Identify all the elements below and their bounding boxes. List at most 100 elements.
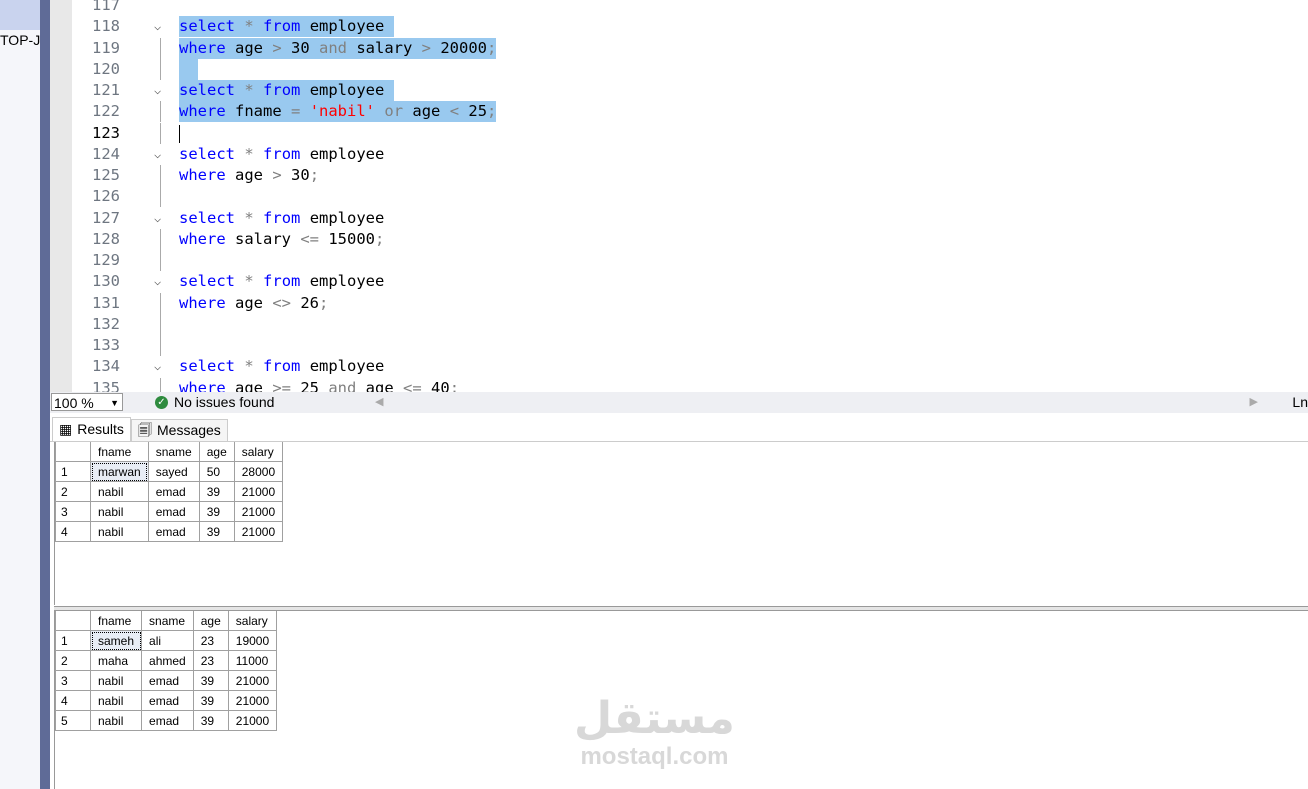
fold-chevron-icon[interactable]: ⌵ (154, 271, 161, 292)
table-cell[interactable]: 39 (192, 670, 229, 691)
table-cell[interactable]: nabil (89, 670, 143, 691)
table-cell[interactable]: nabil (89, 690, 143, 711)
table-cell[interactable]: 50 (198, 461, 235, 482)
column-header[interactable]: age (192, 611, 229, 631)
corner-cell[interactable] (55, 611, 91, 631)
table-cell[interactable]: 23 (192, 650, 229, 671)
code-line[interactable]: 123 (72, 122, 1308, 144)
result-grid-2[interactable]: fname sname age salary 1 sameh ali 23 19000 2 maha… (55, 611, 278, 731)
table-cell[interactable]: 21000 (233, 481, 284, 502)
table-cell[interactable]: marwan (90, 461, 149, 482)
fold-chevron-icon[interactable]: ⌵ (154, 80, 161, 101)
code-line[interactable]: 127 ⌵ select * from employee (72, 208, 1308, 229)
table-cell[interactable]: nabil (90, 501, 149, 522)
code-line[interactable]: 129 (72, 250, 1308, 271)
fold-chevron-icon[interactable]: ⌵ (154, 144, 161, 165)
code-line[interactable]: 120 (72, 58, 1308, 80)
table-cell[interactable]: nabil (89, 710, 143, 731)
code-line[interactable]: 121 ⌵ select * from employee (72, 80, 1308, 101)
table-row[interactable]: 3 nabil emad 39 21000 (55, 670, 278, 691)
column-header[interactable]: salary (233, 442, 284, 462)
table-cell[interactable]: 23 (192, 630, 229, 651)
table-cell[interactable]: 21000 (233, 521, 284, 542)
table-cell[interactable]: maha (89, 650, 143, 671)
table-cell[interactable]: 28000 (233, 461, 284, 482)
code-line[interactable]: 122 where fname = 'nabil' or age < 25; (72, 101, 1308, 123)
table-row[interactable]: 1 sameh ali 23 19000 (55, 630, 278, 651)
table-cell[interactable]: emad (147, 481, 200, 502)
table-cell[interactable]: sayed (147, 461, 200, 482)
row-number[interactable]: 1 (55, 630, 91, 651)
column-header[interactable]: fname (90, 442, 149, 462)
code-line[interactable]: 125 where age > 30; (72, 165, 1308, 186)
table-cell[interactable]: ahmed (141, 650, 194, 671)
result-grid-1[interactable]: fname sname age salary 1 marwan sayed 50 28000 2 n… (55, 442, 284, 542)
code-line[interactable]: 126 (72, 186, 1308, 208)
tab-results[interactable]: ▦ Results (52, 417, 131, 441)
code-line[interactable]: 119 where age > 30 and salary > 20000; (72, 37, 1308, 59)
table-cell[interactable]: nabil (90, 521, 149, 542)
table-cell[interactable]: 39 (198, 501, 235, 522)
issues-indicator[interactable]: ✓ No issues found (155, 394, 274, 410)
table-row[interactable]: 2 nabil emad 39 21000 (55, 481, 284, 502)
pane-splitter[interactable] (40, 0, 50, 789)
table-cell[interactable]: 21000 (227, 710, 278, 731)
scroll-left-icon[interactable]: ◀ (375, 395, 383, 408)
table-cell[interactable]: 21000 (227, 670, 278, 691)
code-line[interactable]: 128 where salary <= 15000; (72, 228, 1308, 250)
server-node[interactable]: TOP-JN (0, 32, 40, 48)
table-row[interactable]: 5 nabil emad 39 21000 (55, 710, 278, 731)
row-number[interactable]: 1 (55, 461, 91, 482)
table-cell[interactable]: 39 (192, 690, 229, 711)
table-cell[interactable]: nabil (90, 481, 149, 502)
table-cell[interactable]: ali (141, 630, 194, 651)
code-line[interactable]: 132 (72, 313, 1308, 335)
code-line[interactable]: 134 ⌵ select * from employee (72, 356, 1308, 377)
code-line[interactable]: 133 (72, 335, 1308, 356)
row-number[interactable]: 2 (55, 481, 91, 502)
column-header[interactable]: sname (147, 442, 200, 462)
code-line[interactable]: 118 ⌵ select * from employee (72, 16, 1308, 38)
table-row[interactable]: 1 marwan sayed 50 28000 (55, 461, 284, 482)
fold-chevron-icon[interactable]: ⌵ (154, 356, 161, 377)
table-cell[interactable]: 21000 (227, 690, 278, 711)
tab-messages[interactable]: 🗐 Messages (131, 419, 228, 441)
query-editor[interactable]: 117 118 ⌵ select * from employee 119 where a… (72, 0, 1308, 392)
table-row[interactable]: 2 maha ahmed 23 11000 (55, 650, 278, 671)
column-header[interactable]: fname (89, 611, 143, 631)
table-cell[interactable]: 19000 (227, 630, 278, 651)
row-number[interactable]: 2 (55, 650, 91, 671)
table-cell[interactable]: 39 (198, 481, 235, 502)
code-line[interactable]: 130 ⌵ select * from employee (72, 271, 1308, 292)
code-line[interactable]: 124 ⌵ select * from employee (72, 144, 1308, 165)
table-row[interactable]: 4 nabil emad 39 21000 (55, 521, 284, 542)
table-cell[interactable]: sameh (89, 630, 143, 651)
fold-chevron-icon[interactable]: ⌵ (154, 208, 161, 229)
row-number[interactable]: 5 (55, 710, 91, 731)
table-cell[interactable]: emad (141, 690, 194, 711)
table-cell[interactable]: 39 (198, 521, 235, 542)
fold-chevron-icon[interactable]: ⌵ (154, 16, 161, 37)
table-cell[interactable]: emad (141, 710, 194, 731)
table-cell[interactable]: 11000 (227, 650, 278, 671)
code-line[interactable]: 131 where age <> 26; (72, 292, 1308, 314)
code-line[interactable]: 117 (72, 0, 1308, 16)
row-number[interactable]: 4 (55, 521, 91, 542)
row-number[interactable]: 3 (55, 501, 91, 522)
row-number[interactable]: 4 (55, 690, 91, 711)
table-row[interactable]: 4 nabil emad 39 21000 (55, 690, 278, 711)
table-row[interactable]: 3 nabil emad 39 21000 (55, 501, 284, 522)
scroll-right-icon[interactable]: ▶ (1250, 395, 1258, 408)
table-cell[interactable]: 39 (192, 710, 229, 731)
table-cell[interactable]: 21000 (233, 501, 284, 522)
row-number[interactable]: 3 (55, 670, 91, 691)
column-header[interactable]: sname (141, 611, 194, 631)
table-cell[interactable]: emad (147, 521, 200, 542)
code-line[interactable]: 135 where age >= 25 and age <= 40; (72, 377, 1308, 392)
corner-cell[interactable] (55, 442, 91, 462)
table-cell[interactable]: emad (147, 501, 200, 522)
zoom-dropdown[interactable]: 100 % ▼ (51, 393, 123, 411)
table-cell[interactable]: emad (141, 670, 194, 691)
column-header[interactable]: age (198, 442, 235, 462)
column-header[interactable]: salary (227, 611, 278, 631)
